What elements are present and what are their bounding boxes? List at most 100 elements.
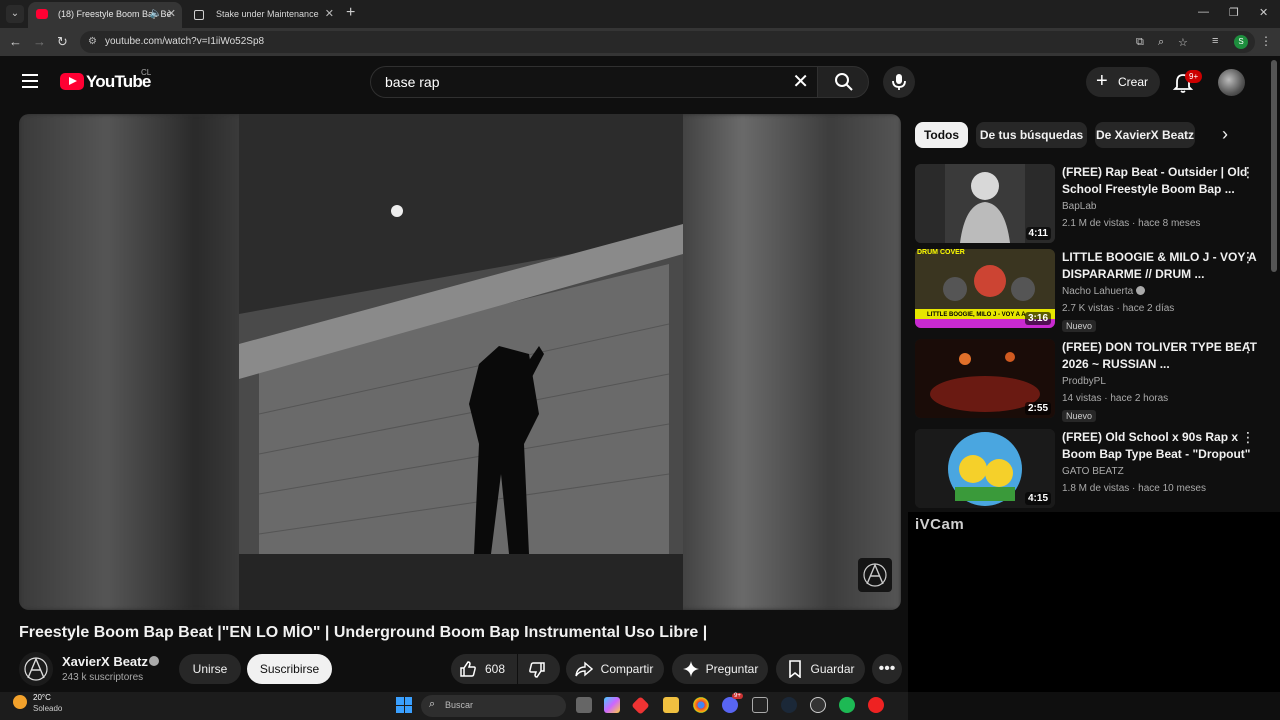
dislike-icon xyxy=(529,662,545,678)
channel-name[interactable]: GATO BEATZ xyxy=(1062,466,1124,477)
close-tab-icon[interactable]: ✕ xyxy=(167,2,176,26)
spotify-icon[interactable] xyxy=(839,697,855,713)
back-icon[interactable]: ← xyxy=(9,34,22,50)
recommendation-item[interactable]: 4:15 (FREE) Old School x 90s Rap x Boom … xyxy=(915,429,1265,509)
close-window-icon[interactable]: ✕ xyxy=(1259,6,1268,19)
video-title[interactable]: (FREE) Rap Beat - Outsider | Old School … xyxy=(1062,164,1262,198)
clear-search-icon[interactable]: ✕ xyxy=(792,70,809,94)
menu-icon[interactable] xyxy=(22,74,38,88)
speaker-icon[interactable]: 🔈 xyxy=(150,2,162,26)
share-button[interactable]: Compartir xyxy=(566,654,664,684)
site-info-icon[interactable]: ⚙ xyxy=(88,36,97,47)
video-duration: 2:55 xyxy=(1024,402,1051,415)
weather-icon[interactable] xyxy=(13,695,27,709)
thumbnail-label: DRUM COVER xyxy=(917,249,965,256)
more-icon: ••• xyxy=(878,660,896,677)
video-title[interactable]: (FREE) DON TOLIVER TYPE BEAT 2026 ~ RUSS… xyxy=(1062,339,1262,373)
video-player[interactable] xyxy=(19,114,901,610)
chip-from-channel[interactable]: De XavierX Beatz xyxy=(1095,122,1195,148)
channel-name[interactable]: Nacho Lahuerta xyxy=(1062,286,1133,297)
search-query[interactable]: base rap xyxy=(385,74,439,90)
page-scrollbar[interactable] xyxy=(1271,60,1277,272)
app-icon[interactable] xyxy=(631,696,650,715)
video-title[interactable]: LITTLE BOOGIE & MILO J - VOY A DISPARARM… xyxy=(1062,249,1262,283)
mic-icon xyxy=(892,74,906,90)
subscribe-button[interactable]: Suscribirse xyxy=(247,654,332,684)
epic-games-icon[interactable] xyxy=(752,697,768,713)
search-input[interactable]: base rap ✕ xyxy=(370,66,818,98)
steam-icon[interactable] xyxy=(781,697,797,713)
avatar[interactable] xyxy=(1218,69,1245,96)
restore-icon[interactable]: ❐ xyxy=(1229,6,1239,19)
chrome-icon[interactable] xyxy=(693,697,709,713)
new-badge: Nuevo xyxy=(1062,410,1097,422)
tab-youtube[interactable]: (18) Freestyle Boom Bap Be 🔈 ✕ xyxy=(28,2,182,28)
recommendation-item[interactable]: DRUM COVER LITTLE BOOGIE, MILO J - VOY A… xyxy=(915,249,1265,332)
more-vert-icon[interactable]: ⋮ xyxy=(1241,339,1255,356)
channel-name[interactable]: XavierX Beatz xyxy=(62,654,148,669)
taskbar-search[interactable]: ⌕ Buscar xyxy=(421,695,566,717)
search-icon: ⌕ xyxy=(429,698,436,710)
weather-condition[interactable]: Soleado xyxy=(33,704,62,713)
create-button[interactable]: + Crear xyxy=(1086,67,1160,97)
recommendation-item[interactable]: 2:55 (FREE) DON TOLIVER TYPE BEAT 2026 ~… xyxy=(915,339,1265,422)
youtube-play-icon xyxy=(60,73,84,90)
like-button[interactable]: 608 xyxy=(451,654,517,684)
chip-all[interactable]: Todos xyxy=(915,122,968,148)
more-actions-button[interactable]: ••• xyxy=(872,654,902,684)
video-meta: 2.7 K vistas · hace 2 días xyxy=(1062,303,1175,314)
video-meta: 14 vistas · hace 2 horas xyxy=(1062,393,1169,404)
share-label: Compartir xyxy=(600,662,654,676)
discord-icon[interactable] xyxy=(722,697,738,713)
channel-watermark-icon[interactable] xyxy=(858,558,892,592)
taskbar-search-placeholder: Buscar xyxy=(445,700,474,710)
ask-button[interactable]: Preguntar xyxy=(672,654,768,684)
voice-search-button[interactable] xyxy=(883,66,915,98)
channel-row[interactable]: Nacho Lahuerta xyxy=(1062,286,1146,297)
video-meta: 1.8 M de vistas · hace 10 meses xyxy=(1062,483,1206,494)
zoom-icon[interactable]: ⌕ xyxy=(1158,36,1164,49)
address-toolbar: ← → ↻ ⚙ youtube.com/watch?v=I1iiWo52Sp8 … xyxy=(0,28,1280,56)
dislike-button[interactable] xyxy=(518,654,560,684)
task-view-icon[interactable] xyxy=(576,697,592,713)
more-vert-icon[interactable]: ⋮ xyxy=(1241,429,1255,446)
browser-menu-icon[interactable]: ⋮ xyxy=(1260,34,1272,48)
app-icon[interactable] xyxy=(810,697,826,713)
url-text[interactable]: youtube.com/watch?v=I1iiWo52Sp8 xyxy=(105,36,264,47)
chip-from-searches[interactable]: De tus búsquedas xyxy=(976,122,1087,148)
profile-icon[interactable]: S xyxy=(1234,35,1248,49)
reload-icon[interactable]: ↻ xyxy=(57,34,68,50)
chevron-right-icon[interactable]: › xyxy=(1222,124,1228,145)
star-icon[interactable]: ☆ xyxy=(1178,36,1188,49)
cast-icon[interactable]: ⧉ xyxy=(1136,36,1144,49)
discord-badge: 9+ xyxy=(732,693,743,699)
search-button[interactable] xyxy=(817,66,869,98)
file-explorer-icon[interactable] xyxy=(663,697,679,713)
taskbar: 20°C Soleado ⌕ Buscar 9+ xyxy=(0,692,908,720)
close-tab-icon[interactable]: ✕ xyxy=(325,2,334,26)
create-label: Crear xyxy=(1118,75,1149,89)
channel-name[interactable]: BapLab xyxy=(1062,201,1096,212)
more-vert-icon[interactable]: ⋮ xyxy=(1241,249,1255,266)
media-control-icon[interactable]: ≡ xyxy=(1212,35,1218,47)
video-title[interactable]: (FREE) Old School x 90s Rap x Boom Bap T… xyxy=(1062,429,1262,463)
recommendation-item[interactable]: 4:11 (FREE) Rap Beat - Outsider | Old Sc… xyxy=(915,164,1265,244)
new-tab-button[interactable]: + xyxy=(346,4,355,22)
tab-stake[interactable]: Stake under Maintenance ✕ xyxy=(186,2,340,28)
channel-avatar[interactable] xyxy=(19,652,53,686)
browser-tab-strip: ⌄ (18) Freestyle Boom Bap Be 🔈 ✕ Stake u… xyxy=(0,0,1280,28)
copilot-icon[interactable] xyxy=(604,697,620,713)
share-icon xyxy=(575,661,593,677)
channel-name[interactable]: ProdbyPL xyxy=(1062,376,1106,387)
temperature[interactable]: 20°C xyxy=(33,693,51,702)
forward-icon[interactable]: → xyxy=(33,34,46,50)
save-label: Guardar xyxy=(810,662,855,676)
join-button[interactable]: Unirse xyxy=(179,654,241,684)
app-icon[interactable] xyxy=(868,697,884,713)
windows-start-icon[interactable] xyxy=(396,697,412,713)
tab-search-button[interactable]: ⌄ xyxy=(6,5,24,23)
more-vert-icon[interactable]: ⋮ xyxy=(1241,164,1255,181)
minimize-icon[interactable]: — xyxy=(1198,6,1209,18)
save-button[interactable]: Guardar xyxy=(776,654,865,684)
omnibox[interactable]: ⚙ youtube.com/watch?v=I1iiWo52Sp8 ⧉ ⌕ ☆ xyxy=(80,31,1255,53)
